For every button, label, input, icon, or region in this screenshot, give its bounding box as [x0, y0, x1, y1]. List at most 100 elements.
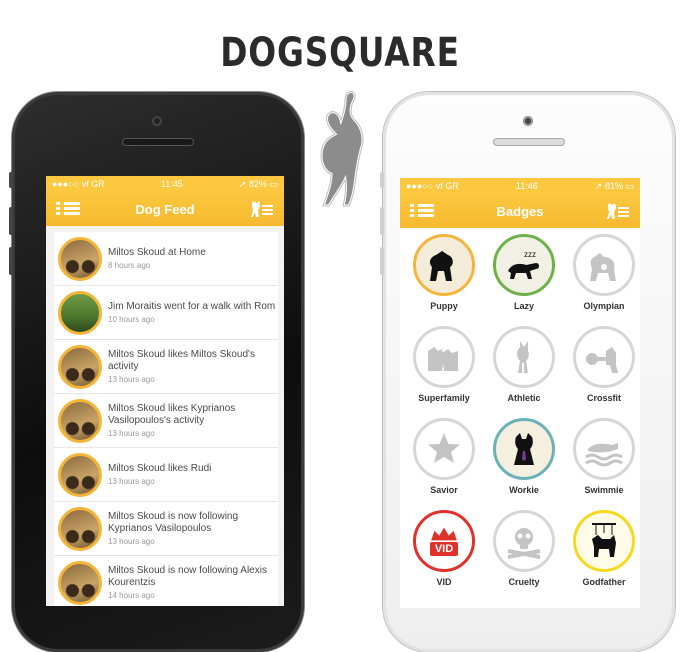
badge-superfamily[interactable]: Superfamily — [406, 326, 482, 418]
badge-grid: Puppy zzz Lazy Olympian Superfamily Athletic C… — [400, 228, 640, 602]
feed-item-text: Miltos Skoud is now following Kyprianos … — [108, 511, 239, 534]
mute-switch — [9, 172, 13, 188]
battery-status: ➚ 81% ▭ — [594, 180, 634, 191]
battery-status: ➚ 82% ▭ — [238, 178, 278, 189]
feed-item-time: 10 hours ago — [108, 315, 155, 324]
front-camera — [152, 116, 162, 126]
feed-item-text: Miltos Skoud likes Kyprianos Vasilopoulo… — [108, 403, 236, 426]
badge-circle[interactable] — [573, 418, 635, 480]
avatar[interactable] — [58, 452, 102, 497]
feed-item-time: 13 hours ago — [108, 429, 155, 438]
feed-item[interactable]: Miltos Skoud likes Kyprianos Vasilopoulo… — [54, 394, 278, 448]
status-time: 11:46 — [515, 181, 538, 191]
badge-vid[interactable]: VID VID — [406, 510, 482, 602]
badge-athletic[interactable]: Athletic — [486, 326, 562, 418]
badge-label: Cruelty — [508, 577, 540, 587]
badge-label: Godfather — [582, 577, 626, 587]
badge-crossfit[interactable]: Crossfit — [566, 326, 640, 418]
feed-item[interactable]: Miltos Skoud likes Miltos Skoud's activi… — [54, 340, 278, 394]
dog-menu-icon[interactable] — [606, 201, 630, 221]
vid-text: VID — [429, 542, 459, 556]
doberman-icon — [517, 341, 529, 373]
badge-puppy[interactable]: Puppy — [406, 234, 482, 326]
badge-label: VID — [436, 577, 452, 587]
sleeping-dog-icon: zzz — [508, 250, 539, 279]
avatar[interactable] — [58, 344, 102, 389]
left-phone: ●●●○○ vf GR 11:45 ➚ 82% ▭ Dog Feed Milto… — [9, 92, 304, 652]
badge-label: Athletic — [507, 393, 541, 403]
badge-circle[interactable] — [493, 418, 555, 480]
badge-label: Puppy — [430, 301, 458, 311]
badge-godfather[interactable]: Godfather — [566, 510, 640, 602]
badge-savior[interactable]: Savior — [406, 418, 482, 510]
feed-item-text: Jim Moraitis went for a walk with Rom — [108, 301, 276, 312]
brand-title: DOGSQUARE — [220, 30, 460, 76]
badge-lazy[interactable]: zzz Lazy — [486, 234, 562, 326]
volume-down-button — [380, 247, 384, 275]
dog-dumbbell-icon — [586, 347, 618, 373]
page-title: Dog Feed — [135, 201, 195, 217]
feed-item[interactable]: Jim Moraitis went for a walk with Rom 10 … — [54, 286, 278, 340]
badge-swimmie[interactable]: Swimmie — [566, 418, 640, 510]
menu-icon[interactable] — [56, 202, 80, 216]
feed-item[interactable]: Miltos Skoud at Home 8 hours ago — [54, 232, 278, 286]
badge-circle[interactable] — [573, 234, 635, 296]
nav-bar: Badges — [400, 194, 640, 228]
two-dogs-icon — [428, 347, 458, 371]
star-icon — [428, 433, 460, 463]
badge-label: Swimmie — [584, 485, 624, 495]
avatar[interactable] — [58, 560, 102, 605]
volume-up-button — [9, 207, 13, 235]
badge-label: Crossfit — [586, 393, 621, 403]
feed-list: Miltos Skoud at Home 8 hours ago Jim Morai… — [54, 232, 278, 606]
badge-circle[interactable] — [573, 326, 635, 388]
badge-circle[interactable] — [493, 326, 555, 388]
badge-circle[interactable]: zzz — [493, 234, 555, 296]
badge-label: Olympian — [583, 301, 625, 311]
puppet-dog-icon — [592, 523, 616, 557]
nav-bar: Dog Feed — [46, 192, 284, 226]
badge-circle[interactable] — [413, 234, 475, 296]
feed-item-text: Miltos Skoud likes Rudi — [108, 463, 212, 474]
front-camera — [523, 116, 533, 126]
feed-item-time: 13 hours ago — [108, 375, 155, 384]
right-phone: ●●●○○ vf GR 11:46 ➚ 81% ▭ Badges Puppy zz… — [380, 92, 675, 652]
badge-olympian[interactable]: Olympian — [566, 234, 640, 326]
badge-circle[interactable] — [413, 418, 475, 480]
feed-item[interactable]: Miltos Skoud is now following Kyprianos … — [54, 502, 278, 556]
status-time: 11:45 — [160, 179, 183, 189]
badge-circle[interactable] — [573, 510, 635, 572]
svg-text:zzz: zzz — [524, 250, 536, 259]
feed-item-text: Miltos Skoud is now following Alexis Kou… — [108, 565, 267, 588]
feed-item[interactable]: Miltos Skoud likes Rudi 13 hours ago — [54, 448, 278, 502]
badge-label: Superfamily — [418, 393, 470, 403]
status-bar: ●●●○○ vf GR 11:45 ➚ 82% ▭ — [46, 176, 284, 192]
volume-down-button — [9, 247, 13, 275]
dog-menu-icon[interactable] — [250, 199, 274, 219]
badge-circle[interactable] — [493, 510, 555, 572]
feed-item-time: 13 hours ago — [108, 537, 155, 546]
badge-label: Lazy — [513, 301, 534, 311]
avatar[interactable] — [58, 506, 102, 551]
menu-icon[interactable] — [410, 204, 434, 218]
badge-cruelty[interactable]: Cruelty — [486, 510, 562, 602]
puppy-icon — [429, 251, 453, 281]
mute-switch — [380, 172, 384, 188]
feed-item-text: Miltos Skoud likes Miltos Skoud's activi… — [108, 349, 255, 372]
badge-circle[interactable] — [413, 326, 475, 388]
avatar[interactable] — [58, 290, 102, 335]
badge-circle[interactable]: VID — [413, 510, 475, 572]
skull-icon — [507, 528, 541, 559]
volume-up-button — [380, 207, 384, 235]
badge-workie[interactable]: Workie — [486, 418, 562, 510]
feed-item[interactable]: Miltos Skoud is now following Alexis Kou… — [54, 556, 278, 606]
dog-medal-icon — [590, 253, 616, 281]
avatar[interactable] — [58, 236, 102, 281]
feed-item-time: 8 hours ago — [108, 261, 151, 270]
badges-screen: ●●●○○ vf GR 11:46 ➚ 81% ▭ Badges Puppy zz… — [400, 178, 640, 608]
tie-dog-icon — [514, 433, 534, 465]
feed-item-time: 14 hours ago — [108, 591, 155, 600]
avatar[interactable] — [58, 398, 102, 443]
carrier-signal: ●●●○○ vf GR — [52, 179, 105, 189]
earpiece-speaker — [122, 138, 194, 146]
